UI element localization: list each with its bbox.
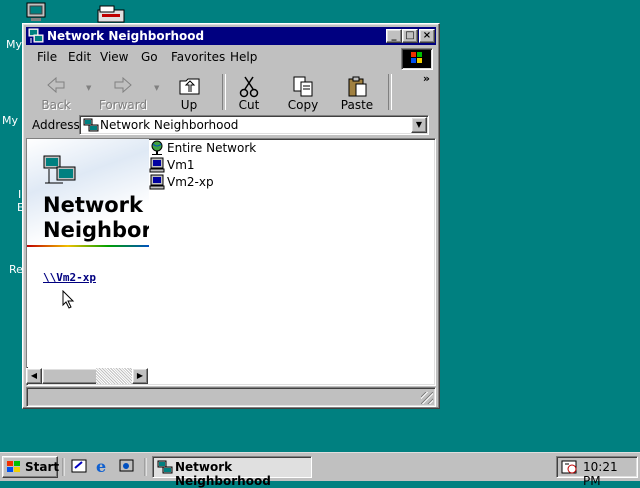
back-label: Back [41, 98, 71, 112]
item-label: Entire Network [167, 141, 257, 155]
resize-grip[interactable] [421, 392, 433, 404]
menu-bar: File Edit View Go Favorites Help [26, 47, 436, 67]
quicklaunch-separator [62, 458, 65, 476]
copy-button[interactable]: Copy [276, 74, 330, 112]
address-label: Address [32, 118, 80, 132]
status-bar [26, 387, 436, 407]
globe-icon [151, 140, 163, 155]
menu-favorites[interactable]: Favorites [171, 50, 225, 64]
scroll-left-button[interactable]: ◀ [26, 368, 42, 384]
back-arrow-icon [47, 76, 65, 94]
toolbar: Back ▼ Forward ▼ Up Cut Copy Paste » [26, 70, 436, 114]
forward-arrow-icon [114, 76, 132, 94]
copy-label: Copy [287, 98, 319, 112]
cut-label: Cut [238, 98, 260, 112]
item-label: Vm1 [167, 158, 195, 172]
task-scheduler-icon[interactable] [561, 459, 579, 475]
show-desktop-icon[interactable] [70, 458, 88, 474]
desktop-label-recycle-bin: Re [9, 263, 23, 276]
up-button[interactable]: Up [162, 74, 216, 112]
taskbar-button-network-neighborhood[interactable]: Network Neighborhood [152, 456, 312, 488]
network-neighborhood-small-icon [83, 117, 99, 136]
window-title-bar[interactable]: Network Neighborhood _ □ × [26, 27, 436, 45]
content-area: Network Neighborhood \\Vm2-xp Entire Net… [26, 138, 436, 386]
copy-icon [293, 76, 313, 97]
item-label: Vm2-xp [167, 175, 214, 189]
computer-icon [149, 157, 165, 173]
internet-explorer-icon[interactable]: e [94, 458, 112, 474]
desktop-my-computer-icon[interactable] [26, 2, 48, 25]
explorer-window: Network Neighborhood _ □ × File Edit Vie… [22, 23, 440, 409]
window-title: Network Neighborhood [47, 29, 205, 43]
close-button[interactable]: × [419, 29, 435, 43]
mouse-cursor-icon [62, 290, 75, 309]
network-neighborhood-large-icon [43, 155, 77, 188]
svg-text:e: e [96, 458, 106, 474]
paste-label: Paste [340, 98, 374, 112]
menu-view[interactable]: View [100, 50, 128, 64]
scroll-right-button[interactable]: ▶ [132, 368, 148, 384]
scroll-track[interactable] [96, 368, 132, 384]
clock[interactable]: 10:21 PM [583, 460, 637, 488]
toolbar-more-chevron[interactable]: » [423, 72, 430, 85]
back-dropdown-icon[interactable]: ▼ [86, 84, 91, 92]
forward-label: Forward [98, 98, 148, 112]
windows-flag-icon [7, 461, 20, 472]
back-button[interactable]: Back [29, 74, 83, 112]
menu-go[interactable]: Go [141, 50, 158, 64]
address-dropdown-button[interactable]: ▼ [411, 117, 427, 133]
webview-selected-link[interactable]: \\Vm2-xp [43, 271, 96, 284]
menu-help[interactable]: Help [230, 50, 257, 64]
scissors-icon [239, 76, 259, 98]
windows-logo-icon [401, 48, 433, 70]
taskbar-separator [144, 458, 147, 476]
webview-title: Network Neighborhood [43, 193, 149, 242]
up-label: Up [180, 98, 198, 112]
desktop-label-ie-1: I [18, 188, 22, 201]
up-folder-icon [179, 78, 200, 95]
desktop-label-my-computer: My [6, 38, 23, 51]
clipboard-icon [348, 76, 367, 97]
channels-icon[interactable] [118, 458, 136, 474]
scroll-thumb[interactable] [42, 368, 98, 384]
forward-button[interactable]: Forward [96, 74, 150, 112]
horizontal-scrollbar[interactable]: ◀ ▶ [26, 368, 148, 384]
cut-button[interactable]: Cut [222, 74, 276, 112]
paste-button[interactable]: Paste [330, 74, 384, 112]
minimize-button[interactable]: _ [386, 29, 402, 43]
start-label: Start [25, 460, 60, 474]
start-button[interactable]: Start [2, 456, 60, 478]
network-neighborhood-task-icon [157, 460, 173, 474]
webview-divider [27, 245, 149, 247]
taskbar: Start e Network Neighborhood 10:21 PM [0, 452, 640, 488]
system-tray: 10:21 PM [556, 456, 638, 488]
address-value: Network Neighborhood [100, 118, 239, 132]
address-field[interactable]: Network Neighborhood ▼ [79, 115, 429, 135]
address-bar: Address Network Neighborhood ▼ [26, 114, 436, 136]
webview-left-pane: Network Neighborhood \\Vm2-xp [27, 139, 149, 367]
maximize-button[interactable]: □ [402, 29, 418, 43]
toolbar-separator-end [388, 74, 392, 110]
forward-dropdown-icon[interactable]: ▼ [154, 84, 159, 92]
menu-file[interactable]: File [37, 50, 57, 64]
computer-icon [149, 174, 165, 190]
menu-edit[interactable]: Edit [68, 50, 91, 64]
network-neighborhood-icon [28, 28, 44, 44]
taskbar-button-label: Network Neighborhood [175, 460, 271, 488]
